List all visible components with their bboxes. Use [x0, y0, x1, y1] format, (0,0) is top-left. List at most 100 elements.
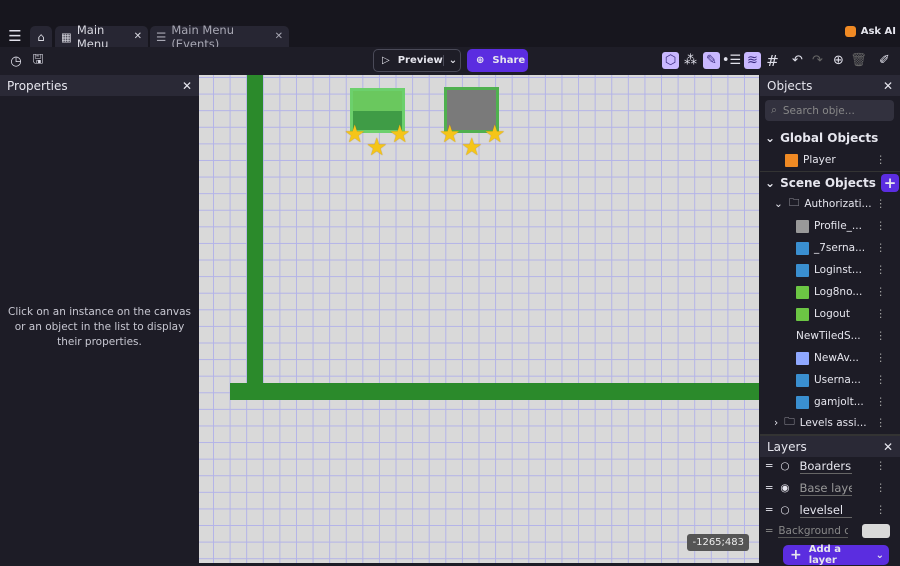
undo-icon[interactable]: ↶ [789, 52, 806, 69]
folder-item[interactable]: ⌄ 🗀 Authorizati... ⋮ [760, 193, 900, 215]
star-icon: ★ [484, 120, 506, 148]
drag-handle-icon[interactable]: ═ [766, 460, 772, 472]
add-object-button[interactable]: + [881, 173, 899, 192]
edit-scene-icon[interactable]: ✐ [876, 52, 893, 69]
layer-item[interactable]: ═ ○ Boarders ⋮ [760, 455, 900, 477]
more-icon[interactable]: ⋮ [876, 460, 887, 472]
list-item[interactable]: NewAv... ⋮ [760, 347, 900, 369]
star-icon: ★ [461, 133, 483, 161]
more-icon[interactable]: ⋮ [876, 264, 887, 276]
scene-canvas[interactable]: ★ ★ ★ ★ ★ ★ -1265;483 [199, 75, 759, 563]
search-input[interactable]: ⌕ Search obje... [765, 100, 894, 121]
film-icon: ▦ [61, 29, 72, 44]
close-icon[interactable]: ✕ [275, 31, 283, 42]
folder-item[interactable]: › 🗀 Levels assi... ⋮ [760, 412, 900, 434]
panel-header: Objects ✕ [760, 75, 900, 96]
panel-header: Layers ✕ [760, 436, 900, 457]
list-item[interactable]: Log8no... ⋮ [760, 281, 900, 303]
zoom-icon[interactable]: ⊕ [830, 52, 847, 69]
green-wall-vertical[interactable] [247, 75, 263, 400]
edit-icon[interactable]: ✎ [703, 52, 720, 69]
list-item[interactable]: _7serna... ⋮ [760, 237, 900, 259]
background-color-swatch[interactable] [862, 524, 890, 538]
more-icon[interactable]: ⋮ [876, 242, 887, 254]
object-thumbnail [796, 285, 809, 299]
share-button[interactable]: ⊕ Share [467, 49, 528, 72]
redo-icon[interactable]: ↷ [809, 52, 826, 69]
list-item[interactable]: NewTiledS... ⋮ [760, 325, 900, 347]
layers-icon[interactable]: ≋ [744, 52, 761, 69]
tab-main-menu[interactable]: ▦ Main Menu ✕ [55, 23, 148, 51]
list-item[interactable]: Profile_... ⋮ [760, 215, 900, 237]
more-icon[interactable]: ⋮ [876, 396, 887, 408]
star-icon: ★ [439, 120, 461, 148]
grid-icon[interactable]: # [764, 52, 781, 70]
list-icon[interactable]: •☰ [722, 52, 741, 69]
chevron-down-icon[interactable]: ⌄ [442, 55, 462, 66]
search-icon: ⌕ [771, 104, 777, 116]
list-item[interactable]: Userna... ⋮ [760, 369, 900, 391]
more-icon[interactable]: ⋮ [876, 154, 887, 166]
object-thumbnail [796, 395, 809, 409]
close-icon[interactable]: ✕ [883, 79, 893, 93]
more-icon[interactable]: ⋮ [876, 198, 887, 210]
more-icon[interactable]: ⋮ [876, 308, 887, 320]
3d-cube-icon[interactable]: ⬡ [662, 52, 679, 69]
more-icon[interactable]: ⋮ [876, 504, 887, 516]
drag-handle-icon[interactable]: ═ [766, 482, 772, 494]
close-icon[interactable]: ✕ [182, 79, 192, 93]
layers-panel: Layers ✕ ═ ○ Boarders ⋮ ═ ◉ Base laye ⋮ ═ ○ levelse… [760, 434, 900, 566]
trash-icon[interactable]: 🗑 [850, 52, 867, 69]
instances-icon[interactable]: ⁂ [682, 52, 699, 69]
close-icon[interactable]: ✕ [134, 31, 142, 42]
properties-panel: Properties ✕ Click on an instance on the … [0, 75, 199, 563]
star-icon: ★ [344, 120, 366, 148]
plus-icon: + [790, 547, 802, 563]
global-objects-header[interactable]: ⌄ Global Objects [760, 127, 900, 149]
tab-bar: ☰ ⌂ ▦ Main Menu ✕ ☰ Main Menu (Events) ✕ Ask… [0, 0, 900, 51]
radio-selected-icon[interactable]: ◉ [780, 482, 789, 494]
more-icon[interactable]: ⋮ [876, 330, 887, 342]
object-thumbnail [796, 307, 809, 321]
folder-icon: 🗀 [788, 197, 800, 209]
scene-objects-header[interactable]: ⌄ Scene Objects + [760, 171, 900, 193]
close-icon[interactable]: ✕ [883, 440, 893, 454]
list-item[interactable]: gamjolt... ⋮ [760, 391, 900, 413]
list-item[interactable]: Player ⋮ [760, 149, 900, 171]
object-thumbnail [796, 241, 809, 255]
objects-panel: Objects ✕ ⌕ Search obje... ⌄ Global Objects… [760, 75, 900, 566]
star-icon: ★ [366, 133, 388, 161]
drag-handle-icon[interactable]: ═ [766, 504, 772, 516]
globe-icon: ⊕ [476, 55, 485, 66]
green-wall-horizontal[interactable] [230, 383, 759, 400]
save-icon[interactable]: 🖫 [29, 52, 47, 70]
chevron-down-icon[interactable]: ⌄ [871, 550, 889, 561]
object-thumbnail [796, 373, 809, 387]
robot-icon [844, 26, 856, 37]
layer-item[interactable]: ═ ○ levelsel ⋮ [760, 499, 900, 521]
radio-icon[interactable]: ○ [780, 504, 789, 516]
more-icon[interactable]: ⋮ [876, 482, 887, 494]
ask-ai-button[interactable]: Ask AI [844, 26, 896, 37]
list-item[interactable]: Loginst... ⋮ [760, 259, 900, 281]
menu-icon[interactable]: ☰ [6, 27, 24, 45]
more-icon[interactable]: ⋮ [876, 374, 887, 386]
more-icon[interactable]: ⋮ [876, 417, 887, 429]
more-icon[interactable]: ⋮ [876, 352, 887, 364]
more-icon[interactable]: ⋮ [876, 286, 887, 298]
radio-icon[interactable]: ○ [780, 460, 789, 472]
events-icon: ☰ [156, 29, 167, 44]
more-icon[interactable]: ⋮ [876, 220, 887, 232]
object-thumbnail [796, 219, 809, 233]
list-item[interactable]: Logout ⋮ [760, 303, 900, 325]
preview-button[interactable]: ▷ Preview ⌄ [373, 49, 461, 72]
tab-main-menu-events[interactable]: ☰ Main Menu (Events) ✕ [150, 23, 289, 51]
object-thumbnail [796, 263, 809, 277]
coordinates-readout: -1265;483 [687, 534, 749, 551]
play-icon: ▷ [382, 55, 390, 66]
layer-item[interactable]: ═ ◉ Base laye ⋮ [760, 477, 900, 499]
add-layer-button[interactable]: + Add a layer ⌄ [783, 544, 889, 566]
home-tab[interactable]: ⌂ [30, 26, 52, 47]
folder-icon: 🗀 [784, 416, 795, 428]
history-icon[interactable]: ◷ [7, 52, 25, 70]
